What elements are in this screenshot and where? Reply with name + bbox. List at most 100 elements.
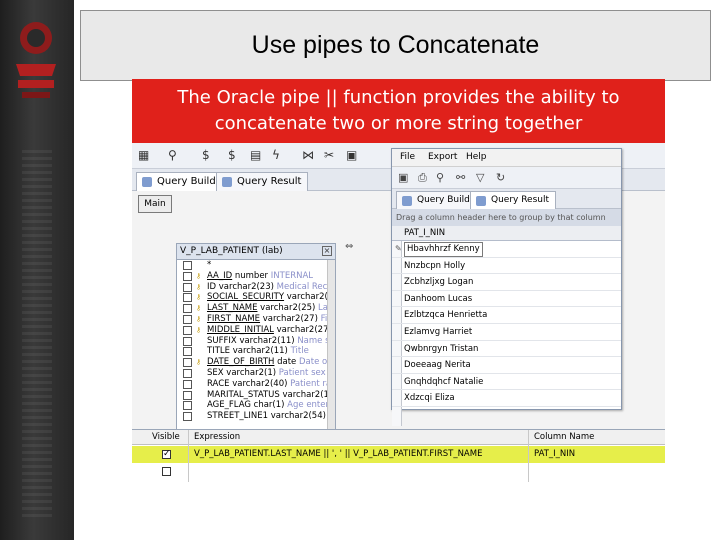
key-icon: ⚷ [196,271,202,280]
field-name: AGE_FLAG [207,400,251,411]
entity-field-row[interactable]: MARITAL_STATUS varchar2(1 [177,390,335,401]
field-type: number [234,270,269,281]
visible-checkbox[interactable]: ✓ [162,450,171,459]
table-row[interactable]: Gnqhdqhcf Natalie [392,374,621,391]
field-name: AA_ID [207,270,233,281]
expression-cell[interactable]: V_P_LAB_PATIENT.LAST_NAME || ', ' || V_P… [194,446,482,463]
table-row[interactable]: Ezlbtzqca Henrietta [392,307,621,324]
expression-grid: Visible Expression Column Name ✓ V_P_LAB_… [132,429,665,482]
query-result-icon [476,196,486,206]
link-icon[interactable]: ⇔ [345,242,361,252]
entity-field-row[interactable]: ⚷ LAST_NAME varchar2(25) La [177,303,335,314]
table-row[interactable]: Danhoom Lucas [392,291,621,308]
binoculars-icon[interactable]: ⚲ [168,148,177,163]
group-by-drop-zone[interactable]: Drag a column header here to group by th… [392,209,621,226]
close-icon[interactable]: × [322,246,332,256]
entity-field-row[interactable]: SUFFIX varchar2(11) Name s [177,336,335,347]
column-name-cell[interactable]: PAT_I_NIN [534,446,575,463]
field-type: varchar2(11) [232,346,288,357]
table-row[interactable]: Nnzbcpn Holly [392,258,621,275]
table-row[interactable]: ✎ Hbavhhrzf Kenny [392,241,621,258]
entity-field-row[interactable]: RACE varchar2(40) Patient ra [177,379,335,390]
field-name: TITLE [207,346,230,357]
query-builder-icon [402,196,412,206]
result-cell: Xdzcqi Eliza [404,393,455,404]
field-checkbox[interactable] [183,261,192,270]
field-checkbox[interactable] [183,358,192,368]
binoculars-icon[interactable]: ⚯ [456,171,465,184]
visible-header[interactable]: Visible [152,430,180,445]
entity-field-row[interactable]: SEX varchar2(1) Patient sex [177,368,335,379]
entity-field-row[interactable]: STREET_LINE1 varchar2(54) [177,411,335,422]
currency-icon[interactable]: $ [228,148,236,163]
expression-header[interactable]: Expression [194,430,240,445]
query-tool-screenshot: ▦ ⚲ $ $ ▤ ϟ ⋈ ✂ ▣ Query Builder Query Re… [132,143,665,482]
tab-query-result[interactable]: Query Result [216,172,309,191]
lightning-icon[interactable]: ϟ [272,148,280,163]
entity-field-row[interactable]: ⚷ ID varchar2(23) Medical Reco [177,282,335,293]
table-row[interactable]: Doeeaag Nerita [392,357,621,374]
field-checkbox[interactable] [183,304,192,314]
save-icon[interactable]: ▣ [398,171,408,184]
field-label: FIRST_NAME varchar2(27) Fi [207,314,327,325]
refresh-icon[interactable]: ↻ [496,171,505,184]
field-checkbox[interactable] [183,412,192,422]
table-row[interactable]: Zcbhzljxg Logan [392,274,621,291]
entity-field-row[interactable]: ⚷ DATE_OF_BIRTH date Date of [177,357,335,368]
save-icon[interactable]: ▣ [346,148,357,163]
entity-field-row[interactable]: AGE_FLAG char(1) Age entere [177,400,335,411]
entity-header[interactable]: V_P_LAB_PATIENT (lab) × [177,244,335,260]
entity-field-row[interactable]: ⚷ MIDDLE_INITIAL varchar2(27 [177,325,335,336]
expression-row[interactable] [132,463,665,480]
field-checkbox[interactable] [183,401,192,411]
cut-icon[interactable]: ✂ [324,148,334,163]
field-checkbox[interactable] [183,368,192,378]
query-result-window: File Export Help ▣ ⎙ ⚲ ⚯ ▽ ↻ Query Build… [391,148,622,426]
main-button[interactable]: Main [138,195,172,213]
table-row[interactable]: Xdzcqi Eliza [392,390,621,407]
split-icon[interactable]: ⋈ [302,148,314,163]
entity-field-row[interactable]: ⚷ SOCIAL_SECURITY varchar2( [177,292,335,303]
column-header[interactable]: PAT_I_NIN [392,226,621,241]
field-label: SUFFIX varchar2(11) Name s [207,336,330,347]
entity-field-row[interactable]: ⚷ FIRST_NAME varchar2(27) Fi [177,314,335,325]
field-checkbox[interactable] [183,347,192,357]
field-checkbox[interactable] [183,390,192,400]
visible-checkbox[interactable] [162,467,171,476]
field-checkbox[interactable] [183,293,192,303]
column-header-label: PAT_I_NIN [404,228,446,238]
find-icon[interactable]: ⚲ [436,171,444,184]
result-cell: Gnqhdqhcf Natalie [404,376,484,387]
field-label: AA_ID number INTERNAL [207,271,313,282]
table-row[interactable]: Ezlamvg Harriet [392,324,621,341]
table-row[interactable]: Qwbnrgyn Tristan [392,341,621,358]
menu-export[interactable]: Export [428,149,457,166]
field-checkbox[interactable] [183,336,192,346]
report-icon[interactable]: ▤ [250,148,261,163]
column-name-header[interactable]: Column Name [534,430,594,445]
tab-query-result[interactable]: Query Result [470,191,557,209]
field-type: varchar2(11) [239,335,295,346]
field-checkbox[interactable] [183,314,192,324]
entity-field-row[interactable]: ⚷ AA_ID number INTERNAL [177,271,335,282]
field-label: ID varchar2(23) Medical Reco [207,282,333,293]
menu-help[interactable]: Help [466,149,487,166]
expression-row[interactable]: ✓ V_P_LAB_PATIENT.LAST_NAME || ', ' || V_… [132,446,665,463]
entity-field-row[interactable]: * [177,260,335,271]
menu-file[interactable]: File [400,149,415,166]
field-checkbox[interactable] [183,282,192,292]
field-checkbox[interactable] [183,379,192,389]
field-name: STREET_LINE1 [207,411,269,422]
grid-view-icon[interactable]: ▦ [138,148,149,163]
print-icon[interactable]: ⎙ [418,171,427,184]
result-cell: Qwbnrgyn Tristan [404,343,479,354]
field-label: DATE_OF_BIRTH date Date of [207,357,330,368]
field-checkbox[interactable] [183,325,192,335]
field-type: varchar2(1 [282,389,329,400]
field-type: varchar2(27) [262,313,318,324]
field-name: RACE [207,378,230,389]
field-checkbox[interactable] [183,271,192,281]
filter-icon[interactable]: ▽ [476,171,484,184]
entity-field-row[interactable]: TITLE varchar2(11) Title [177,346,335,357]
dollar-icon[interactable]: $ [202,148,210,163]
